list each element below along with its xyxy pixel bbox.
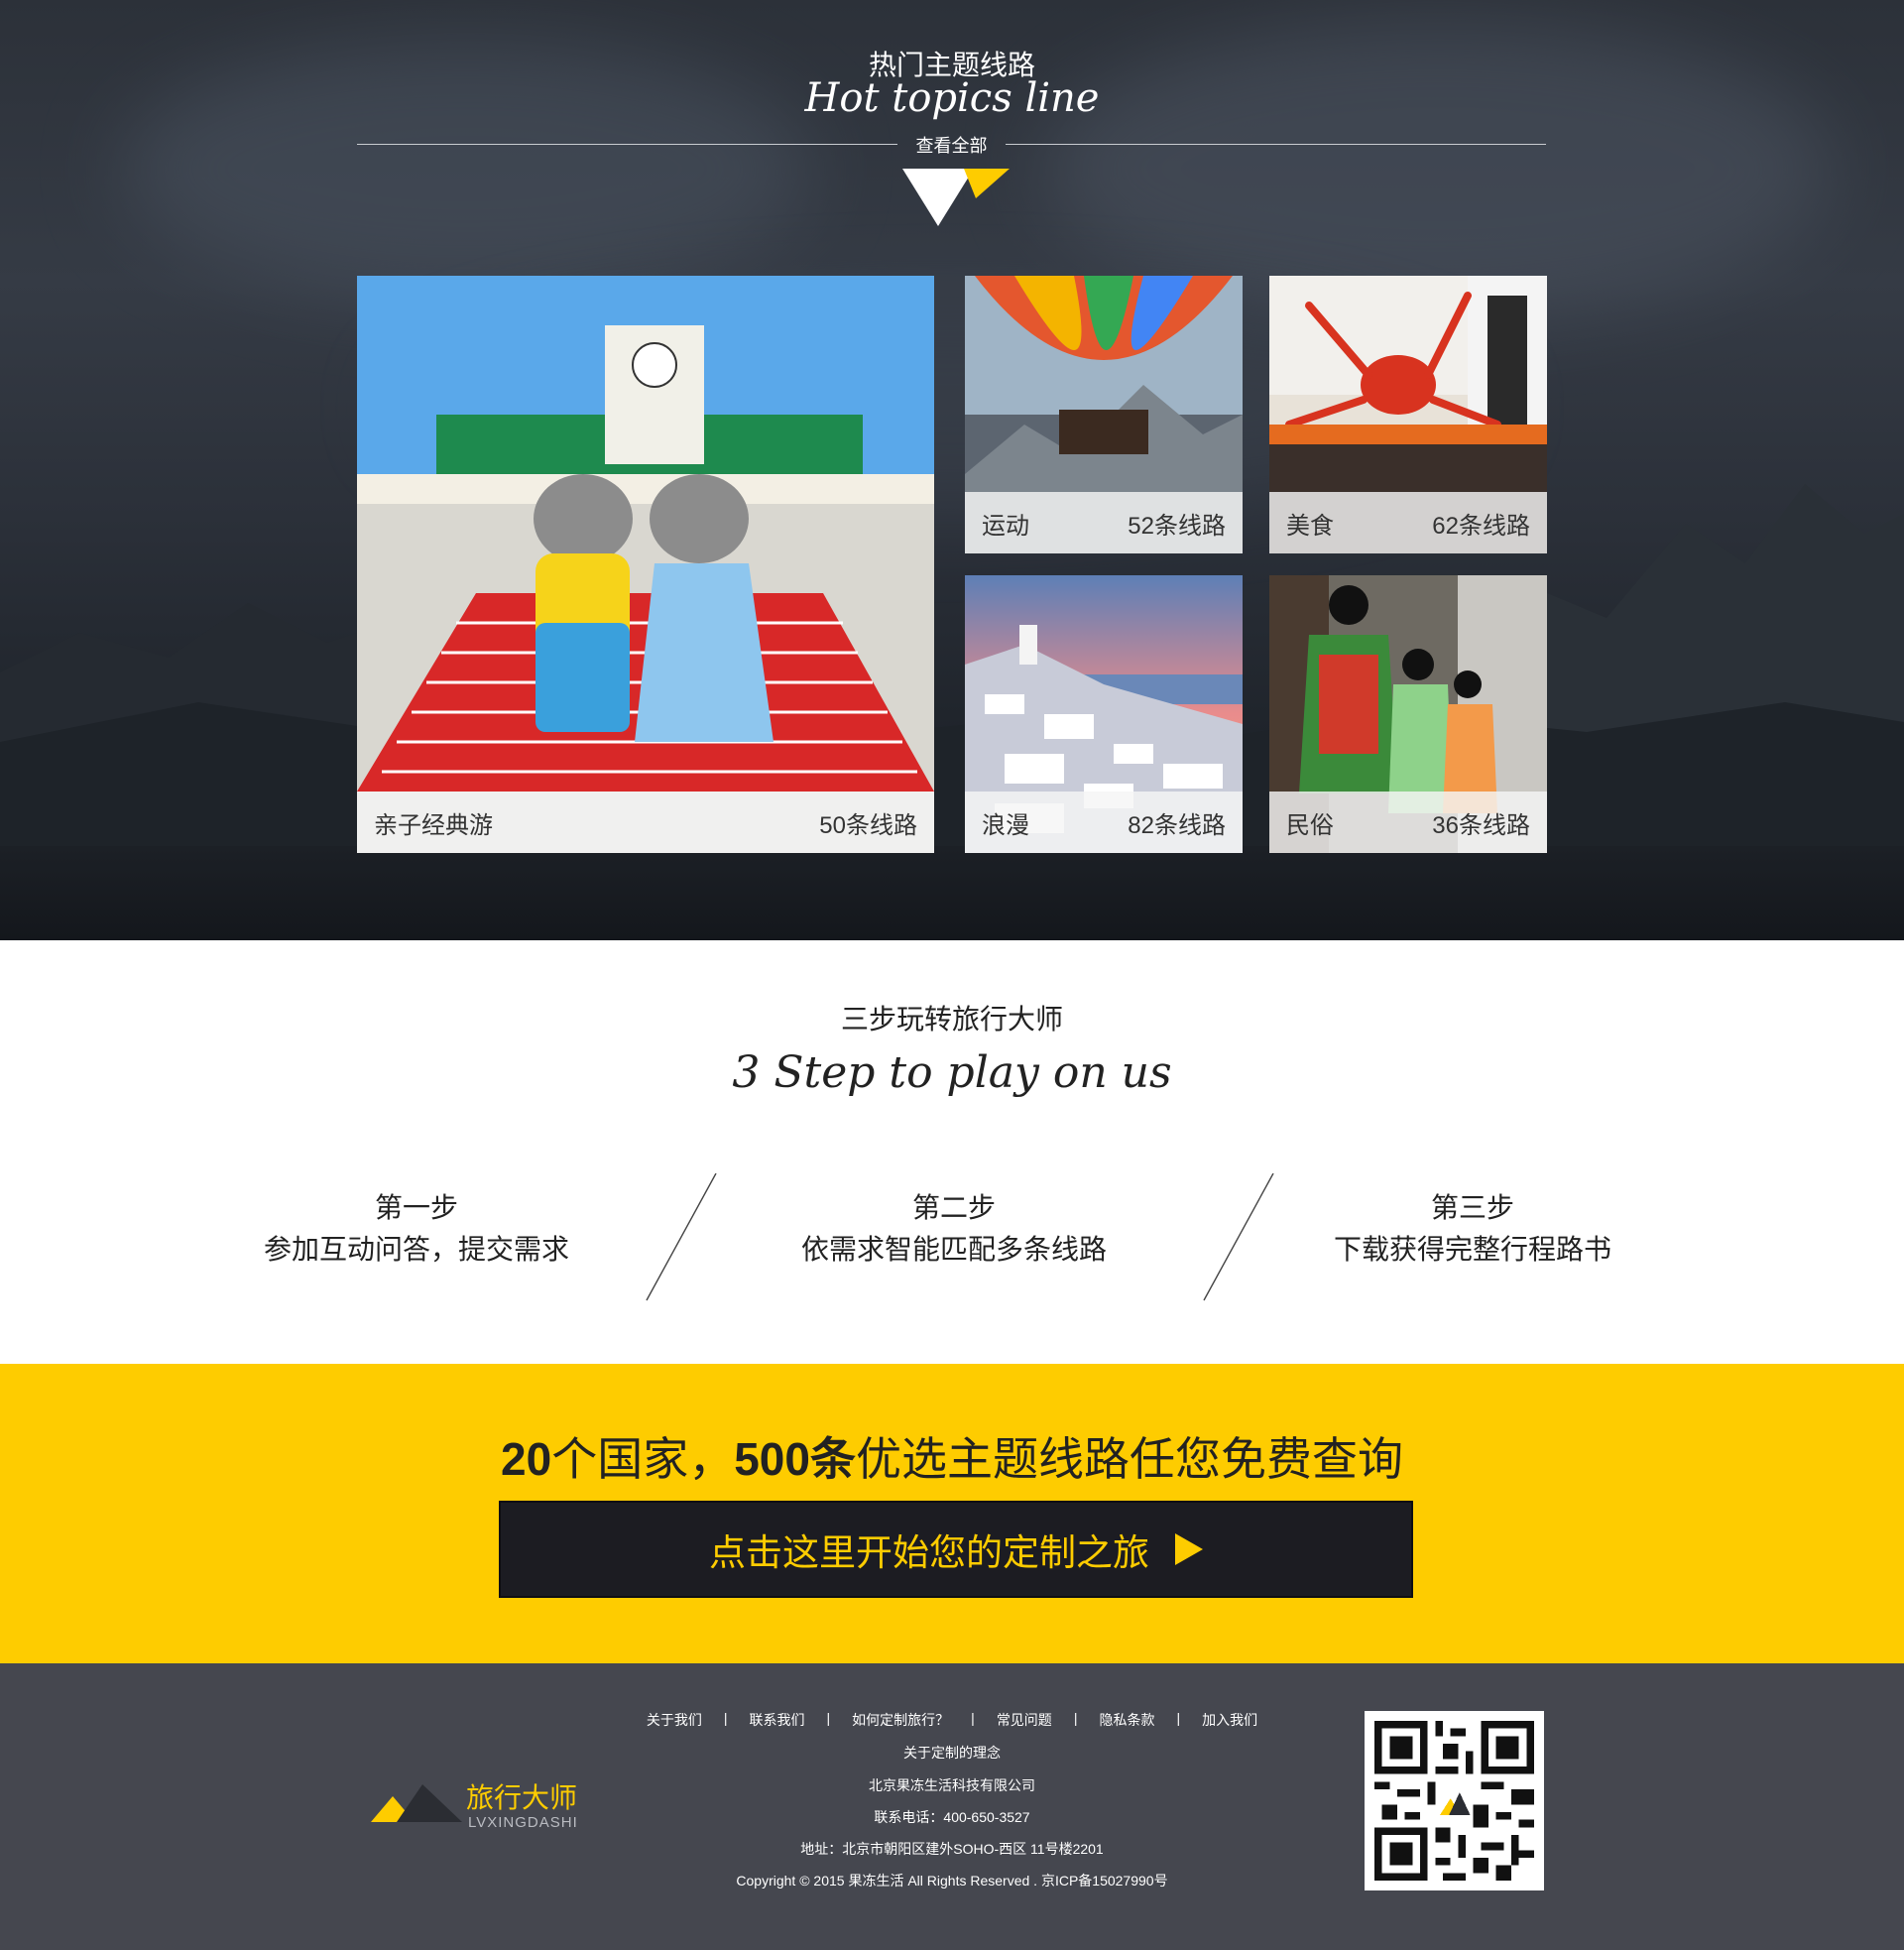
theme-count: 36条线路 [1432, 811, 1530, 839]
footer-link-concept[interactable]: 关于定制的理念 [0, 1743, 1904, 1763]
country-count: 20 [501, 1433, 552, 1485]
footer-link-about[interactable]: 关于我们 [647, 1710, 702, 1730]
theme-name: 浪漫 [982, 811, 1029, 839]
nav-separator: | [1176, 1710, 1181, 1726]
theme-card-romance[interactable]: 浪漫 82条线路 [965, 575, 1243, 853]
step-title: 第一步 [374, 1192, 458, 1223]
logo-name: 旅行大师 [466, 1782, 578, 1813]
hero-title-en: Hot topics line [804, 75, 1100, 121]
theme-count: 52条线路 [1128, 512, 1226, 540]
lake-reflection [0, 846, 1904, 940]
nav-separator: | [971, 1710, 975, 1726]
cta-headline: 20个国家，500条优选主题线路任您免费查询 [0, 1423, 1904, 1489]
step-3: 第三步 下载获得完整行程路书 [1259, 1188, 1686, 1272]
qr-code [1365, 1711, 1544, 1890]
steps-title-en: 3 Step to play on us [732, 1047, 1172, 1098]
company-address: 地址：北京市朝阳区建外SOHO-西区 11号楼2201 [800, 1841, 1104, 1857]
step-1: 第一步 参加互动问答，提交需求 [203, 1188, 630, 1272]
step-title: 第二步 [911, 1192, 996, 1223]
copyright: Copyright © 2015 果冻生活 All Rights Reserve… [736, 1873, 1168, 1889]
footer-link-faq[interactable]: 常见问题 [997, 1710, 1052, 1730]
theme-card-food[interactable]: 美食 62条线路 [1269, 276, 1547, 553]
start-custom-trip-button[interactable]: 点击这里开始您的定制之旅 [499, 1501, 1413, 1598]
logo-pinyin: LVXINGDASHI [468, 1814, 578, 1831]
step-2: 第二步 依需求智能匹配多条线路 [741, 1188, 1167, 1272]
cta-text: 条 [809, 1433, 856, 1485]
hero-section: 热门主题线路 Hot topics line 查看全部 亲子经典游 50条线路 … [0, 0, 1904, 940]
theme-caption: 亲子经典游 50条线路 [357, 792, 934, 853]
cta-section: 20个国家，500条优选主题线路任您免费查询 点击这里开始您的定制之旅 [0, 1364, 1904, 1663]
theme-count: 62条线路 [1432, 512, 1530, 540]
divider-line [357, 144, 897, 145]
family-park-image [357, 276, 934, 853]
footer: 关于我们 | 联系我们 | 如何定制旅行？ | 常见问题 | 隐私条款 | 加入… [0, 1663, 1904, 1950]
play-icon [1175, 1533, 1203, 1565]
steps-title-cn: 三步玩转旅行大师 [840, 1004, 1063, 1035]
footer-link-contact[interactable]: 联系我们 [750, 1710, 805, 1730]
step-desc: 参加互动问答，提交需求 [263, 1234, 569, 1265]
theme-caption: 民俗 36条线路 [1269, 792, 1547, 853]
step-desc: 依需求智能匹配多条线路 [800, 1234, 1107, 1265]
cta-text: 优选主题线路任您免费查询 [855, 1433, 1403, 1485]
theme-card-family[interactable]: 亲子经典游 50条线路 [357, 276, 934, 853]
theme-caption: 运动 52条线路 [965, 492, 1243, 553]
nav-separator: | [826, 1710, 831, 1726]
divider-line [1006, 144, 1546, 145]
theme-caption: 浪漫 82条线路 [965, 792, 1243, 853]
mountain-silhouette [0, 484, 1904, 861]
brand-logo[interactable]: 旅行大师 LVXINGDASHI [371, 1772, 579, 1832]
footer-nav: 关于我们 | 联系我们 | 如何定制旅行？ | 常见问题 | 隐私条款 | 加入… [635, 1710, 1269, 1730]
theme-name: 亲子经典游 [374, 811, 493, 839]
view-all-link[interactable]: 查看全部 [897, 132, 1006, 158]
logo-mark-icon [371, 1784, 462, 1822]
footer-link-join[interactable]: 加入我们 [1202, 1710, 1257, 1730]
qr-code-icon [1374, 1721, 1534, 1881]
theme-count: 50条线路 [819, 811, 917, 839]
theme-name: 美食 [1286, 512, 1334, 540]
step-divider [646, 1173, 717, 1301]
nav-separator: | [1073, 1710, 1078, 1726]
step-desc: 下载获得完整行程路书 [1333, 1234, 1611, 1265]
nav-separator: | [723, 1710, 728, 1726]
theme-count: 82条线路 [1128, 811, 1226, 839]
company-name: 北京果冻生活科技有限公司 [869, 1777, 1035, 1793]
cta-button-label: 点击这里开始您的定制之旅 [709, 1532, 1149, 1573]
theme-card-sport[interactable]: 运动 52条线路 [965, 276, 1243, 553]
footer-link-how-to[interactable]: 如何定制旅行？ [852, 1710, 949, 1730]
route-count: 500 [734, 1433, 810, 1485]
theme-caption: 美食 62条线路 [1269, 492, 1547, 553]
footer-link-privacy[interactable]: 隐私条款 [1099, 1710, 1154, 1730]
down-arrow-icon [902, 169, 1010, 226]
theme-card-folk[interactable]: 民俗 36条线路 [1269, 575, 1547, 853]
step-title: 第三步 [1430, 1192, 1514, 1223]
contact-phone: 联系电话：400-650-3527 [874, 1809, 1030, 1825]
cta-text: 个国家， [551, 1433, 735, 1485]
theme-name: 运动 [982, 512, 1029, 540]
theme-name: 民俗 [1286, 811, 1334, 839]
